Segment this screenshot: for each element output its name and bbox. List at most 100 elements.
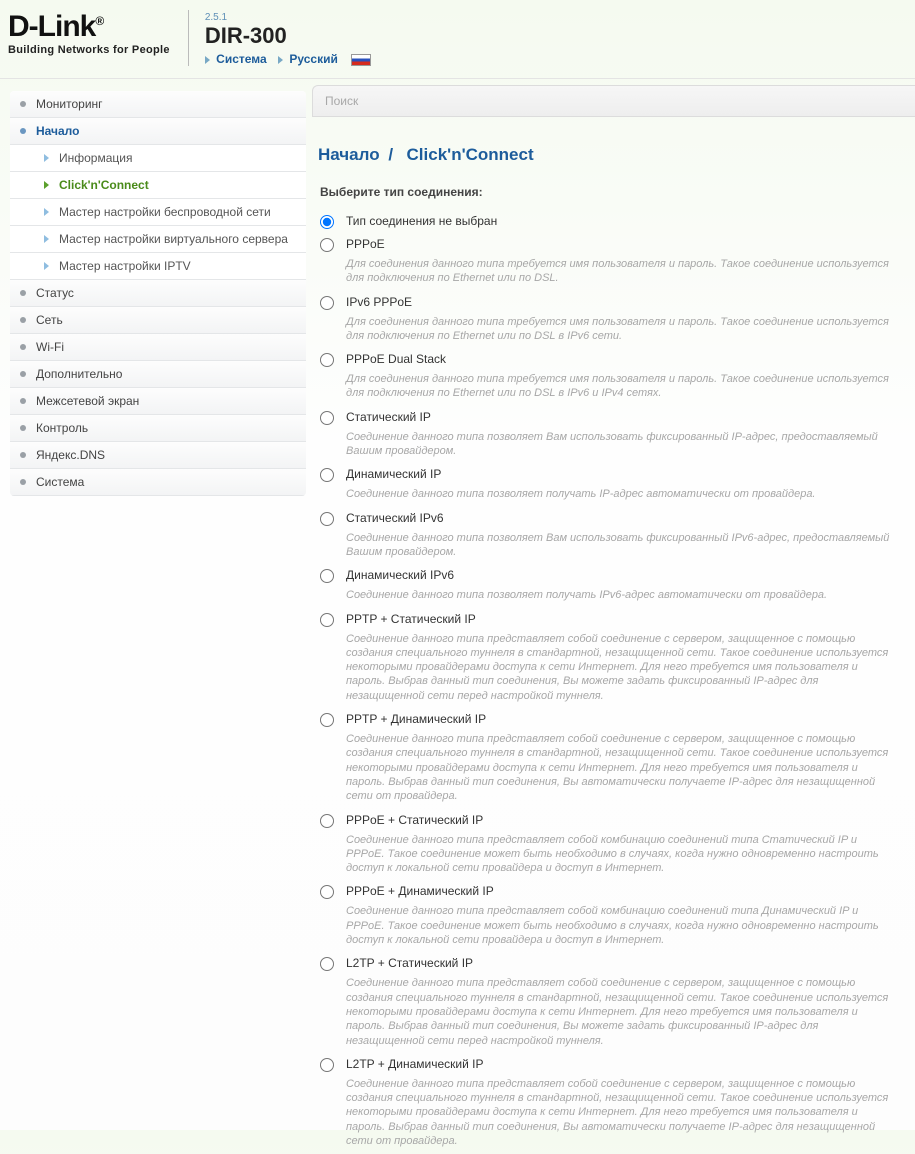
nav-item[interactable]: Wi-Fi <box>10 334 306 361</box>
connection-label[interactable]: PPPoE <box>346 237 897 251</box>
crumb-language[interactable]: Русский <box>289 52 338 66</box>
nav-label: Мастер настройки виртуального сервера <box>59 232 288 246</box>
nav-label: Сеть <box>36 313 63 327</box>
nav-item[interactable]: Контроль <box>10 415 306 442</box>
connection-option: PPPoE Dual Stack <box>320 349 897 370</box>
flag-russia-icon[interactable] <box>351 54 371 66</box>
logo-text: D-Link® <box>8 10 170 44</box>
triangle-icon <box>278 56 283 64</box>
header-breadcrumb: Система Русский <box>205 52 371 66</box>
nav-item[interactable]: Дополнительно <box>10 361 306 388</box>
connection-label[interactable]: PPPoE + Динамический IP <box>346 884 897 898</box>
page-breadcrumb: Начало / Click'n'Connect <box>318 145 897 165</box>
connection-description: Для соединения данного типа требуется им… <box>346 257 897 286</box>
bullet-icon <box>20 128 26 134</box>
connection-radio[interactable] <box>320 885 334 899</box>
connection-option: Тип соединения не выбран <box>320 211 897 232</box>
connection-description: Соединение данного типа позволяет получа… <box>346 588 897 602</box>
connection-option: L2TP + Динамический IP <box>320 1054 897 1075</box>
connection-radio[interactable] <box>320 353 334 367</box>
connection-option: PPTP + Динамический IP <box>320 709 897 730</box>
connection-radio[interactable] <box>320 613 334 627</box>
connection-option: IPv6 PPPoE <box>320 292 897 313</box>
connection-radio[interactable] <box>320 713 334 727</box>
nav-label: Мастер настройки беспроводной сети <box>59 205 271 219</box>
connection-label[interactable]: PPTP + Статический IP <box>346 612 897 626</box>
connection-radio[interactable] <box>320 957 334 971</box>
bullet-icon <box>20 317 26 323</box>
connection-label[interactable]: PPPoE Dual Stack <box>346 352 897 366</box>
bullet-icon <box>20 425 26 431</box>
logo: D-Link® Building Networks for People <box>8 10 170 56</box>
connection-description: Соединение данного типа представляет соб… <box>346 732 897 803</box>
nav-subitem[interactable]: Click'n'Connect <box>10 172 306 199</box>
connection-option: PPPoE + Динамический IP <box>320 881 897 902</box>
connection-option: Динамический IPv6 <box>320 565 897 586</box>
connection-option: Статический IPv6 <box>320 508 897 529</box>
connection-label[interactable]: Статический IP <box>346 410 897 424</box>
nav-label: Мастер настройки IPTV <box>59 259 191 273</box>
connection-radio[interactable] <box>320 569 334 583</box>
connection-radio[interactable] <box>320 512 334 526</box>
header: D-Link® Building Networks for People 2.5… <box>0 0 915 79</box>
nav-item[interactable]: Мониторинг <box>10 91 306 118</box>
connection-label[interactable]: IPv6 PPPoE <box>346 295 897 309</box>
nav-item[interactable]: Яндекс.DNS <box>10 442 306 469</box>
connection-description: Соединение данного типа представляет соб… <box>346 904 897 947</box>
nav-item[interactable]: Межсетевой экран <box>10 388 306 415</box>
section-subtitle: Выберите тип соединения: <box>320 185 897 199</box>
connection-description: Соединение данного типа представляет соб… <box>346 833 897 876</box>
connection-option: Статический IP <box>320 407 897 428</box>
connection-radio[interactable] <box>320 814 334 828</box>
connection-radio[interactable] <box>320 1058 334 1072</box>
nav-label: Контроль <box>36 421 88 435</box>
nav-subitem[interactable]: Мастер настройки беспроводной сети <box>10 199 306 226</box>
connection-option: L2TP + Статический IP <box>320 953 897 974</box>
connection-label[interactable]: Тип соединения не выбран <box>346 214 897 228</box>
nav-tree: МониторингНачало Информация Click'n'Connec… <box>10 91 306 496</box>
nav-subitem[interactable]: Мастер настройки виртуального сервера <box>10 226 306 253</box>
connection-description: Для соединения данного типа требуется им… <box>346 315 897 344</box>
nav-subitem[interactable]: Мастер настройки IPTV <box>10 253 306 280</box>
nav-label: Информация <box>59 151 132 165</box>
connection-label[interactable]: Динамический IPv6 <box>346 568 897 582</box>
nav-label: Система <box>36 475 84 489</box>
connection-radio[interactable] <box>320 215 334 229</box>
connection-option: PPTP + Статический IP <box>320 609 897 630</box>
bullet-icon <box>20 398 26 404</box>
connection-radio[interactable] <box>320 411 334 425</box>
connection-radio[interactable] <box>320 238 334 252</box>
connection-description: Соединение данного типа позволяет получа… <box>346 487 897 501</box>
crumb-root[interactable]: Начало <box>318 145 380 164</box>
nav-item[interactable]: Сеть <box>10 307 306 334</box>
connection-option: PPPoE + Статический IP <box>320 810 897 831</box>
search-input[interactable] <box>313 88 915 114</box>
crumb-system[interactable]: Система <box>216 52 267 66</box>
bullet-icon <box>20 479 26 485</box>
bullet-icon <box>20 371 26 377</box>
nav-label: Яндекс.DNS <box>36 448 105 462</box>
connection-label[interactable]: L2TP + Динамический IP <box>346 1057 897 1071</box>
chevron-right-icon <box>44 235 49 243</box>
connection-label[interactable]: PPTP + Динамический IP <box>346 712 897 726</box>
header-meta: 2.5.1 DIR-300 Система Русский <box>188 10 371 66</box>
nav-label: Дополнительно <box>36 367 122 381</box>
connection-label[interactable]: L2TP + Статический IP <box>346 956 897 970</box>
connection-description: Соединение данного типа позволяет Вам ис… <box>346 430 897 459</box>
bullet-icon <box>20 344 26 350</box>
connection-label[interactable]: Динамический IP <box>346 467 897 481</box>
connection-radio[interactable] <box>320 296 334 310</box>
crumb-current: Click'n'Connect <box>407 145 534 164</box>
sidebar: МониторингНачало Информация Click'n'Connec… <box>0 79 312 1154</box>
nav-item[interactable]: Статус <box>10 280 306 307</box>
nav-subitem[interactable]: Информация <box>10 145 306 172</box>
connection-radio[interactable] <box>320 468 334 482</box>
nav-item[interactable]: Система <box>10 469 306 496</box>
bullet-icon <box>20 452 26 458</box>
connection-label[interactable]: PPPoE + Статический IP <box>346 813 897 827</box>
triangle-icon <box>205 56 210 64</box>
nav-item[interactable]: Начало <box>10 118 306 145</box>
connection-description: Соединение данного типа представляет соб… <box>346 1077 897 1148</box>
connection-label[interactable]: Статический IPv6 <box>346 511 897 525</box>
chevron-right-icon <box>44 208 49 216</box>
